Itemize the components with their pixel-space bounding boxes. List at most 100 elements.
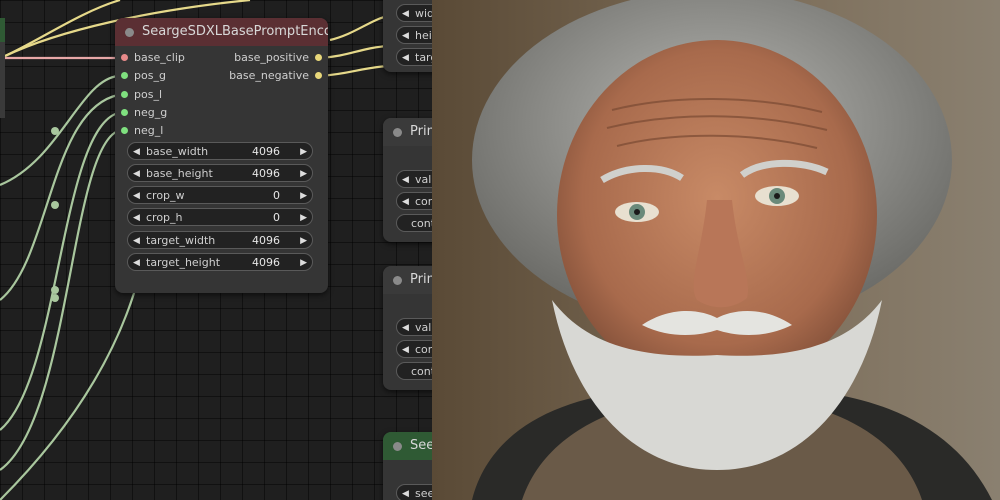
input-label: pos_l [134,88,162,101]
widget-value[interactable]: ◀ valu [396,170,432,188]
input-label: base_clip [134,51,185,64]
decrement-arrow-icon[interactable]: ◀ [402,5,409,23]
node-title-bar[interactable]: See [383,432,432,460]
primitive-node-1[interactable]: Prim ◀ valu ◀ con cont [383,118,432,242]
widget-control[interactable]: ◀ con [396,192,432,210]
input-slot-pos-g[interactable]: pos_g [121,67,211,85]
increment-arrow-icon[interactable]: ▶ [300,209,307,227]
widget-seed[interactable]: ◀ see [396,484,432,500]
input-dot-icon[interactable] [121,127,128,134]
widget-label: base_height [146,167,213,180]
decrement-arrow-icon[interactable]: ◀ [133,209,140,227]
node-title-bar[interactable]: Prim [383,118,432,146]
size-node[interactable]: ◀ wid ◀ heig ◀ targ [383,0,432,72]
increment-arrow-icon[interactable]: ▶ [300,232,307,250]
widget-target-width[interactable]: ◀ target_width 4096 ▶ [127,231,313,249]
left-node-edge-accent [0,18,5,42]
widget-label: targ [415,51,432,64]
widget-crop-w[interactable]: ◀ crop_w 0 ▶ [127,186,313,204]
widget-control-text[interactable]: cont [396,214,432,232]
widget-label: crop_h [146,211,183,224]
decrement-arrow-icon[interactable]: ◀ [402,27,409,45]
widget-label: base_width [146,145,209,158]
decrement-arrow-icon[interactable]: ◀ [402,319,409,337]
decrement-arrow-icon[interactable]: ◀ [133,254,140,272]
output-slot-base-negative[interactable]: base_negative [212,67,322,85]
widget-label: con [415,195,432,208]
increment-arrow-icon[interactable]: ▶ [300,143,307,161]
node-title: Prim [410,272,432,287]
widget-label: valu [415,321,432,334]
widget-label: valu [415,173,432,186]
input-dot-icon[interactable] [121,54,128,61]
node-title: See [410,438,432,453]
node-title: SeargeSDXLBasePromptEncoder [142,24,328,39]
increment-arrow-icon[interactable]: ▶ [300,187,307,205]
widget-value: 4096 [252,256,280,269]
widget-base-width[interactable]: ◀ base_width 4096 ▶ [127,142,313,160]
collapse-dot-icon[interactable] [393,128,402,137]
widget-label: cont [411,365,432,378]
widget-value: 4096 [252,167,280,180]
main-node[interactable]: SeargeSDXLBasePromptEncoder base_clip po… [115,18,328,293]
decrement-arrow-icon[interactable]: ◀ [133,232,140,250]
decrement-arrow-icon[interactable]: ◀ [133,187,140,205]
widget-width[interactable]: ◀ wid [396,4,432,22]
input-dot-icon[interactable] [121,91,128,98]
wire-neg-g [0,111,119,431]
output-label: base_positive [234,51,309,64]
collapse-dot-icon[interactable] [393,276,402,285]
input-slot-neg-l[interactable]: neg_l [121,122,211,140]
decrement-arrow-icon[interactable]: ◀ [133,143,140,161]
output-dot-icon[interactable] [315,54,322,61]
widget-height[interactable]: ◀ heig [396,26,432,44]
widget-target[interactable]: ◀ targ [396,48,432,66]
node-title: Prim [410,124,432,139]
decrement-arrow-icon[interactable]: ◀ [402,485,409,500]
input-slot-neg-g[interactable]: neg_g [121,104,211,122]
wire-base-negative [319,64,389,78]
increment-arrow-icon[interactable]: ▶ [300,254,307,272]
generated-portrait-image [432,0,1000,500]
widget-base-height[interactable]: ◀ base_height 4096 ▶ [127,164,313,182]
widget-label: cont [411,217,432,230]
primitive-node-2[interactable]: Prim ◀ valu ◀ con cont [383,266,432,390]
widget-control-text[interactable]: cont [396,362,432,380]
widget-label: heig [415,29,432,42]
input-dot-icon[interactable] [121,72,128,79]
node-title-bar[interactable]: Prim [383,266,432,294]
widget-label: target_height [146,256,221,269]
input-slot-base-clip[interactable]: base_clip [121,49,211,67]
node-graph-canvas[interactable]: SeargeSDXLBasePromptEncoder base_clip po… [0,0,432,500]
output-label: base_negative [229,69,309,82]
widget-value: 4096 [252,145,280,158]
decrement-arrow-icon[interactable]: ◀ [133,165,140,183]
wire-bottom [0,289,137,500]
widget-value[interactable]: ◀ valu [396,318,432,336]
input-dot-icon[interactable] [121,109,128,116]
collapse-dot-icon[interactable] [125,28,134,37]
decrement-arrow-icon[interactable]: ◀ [402,171,409,189]
decrement-arrow-icon[interactable]: ◀ [402,341,409,359]
decrement-arrow-icon[interactable]: ◀ [402,193,409,211]
output-dot-icon[interactable] [315,72,322,79]
collapse-dot-icon[interactable] [393,442,402,451]
input-label: neg_g [134,106,168,119]
increment-arrow-icon[interactable]: ▶ [300,165,307,183]
seed-node[interactable]: See ◀ see [383,432,432,500]
widget-control[interactable]: ◀ con [396,340,432,358]
widget-label: con [415,343,432,356]
widget-crop-h[interactable]: ◀ crop_h 0 ▶ [127,208,313,226]
widget-value: 4096 [252,234,280,247]
input-label: neg_l [134,124,164,137]
node-title-bar[interactable]: SeargeSDXLBasePromptEncoder [115,18,328,46]
input-label: pos_g [134,69,166,82]
portrait-illustration [432,0,1000,500]
output-slot-base-positive[interactable]: base_positive [212,49,322,67]
decrement-arrow-icon[interactable]: ◀ [402,49,409,67]
wire-reroute-points [51,127,59,302]
wire-right-top [329,14,389,42]
widget-value: 0 [273,189,280,202]
input-slot-pos-l[interactable]: pos_l [121,86,211,104]
widget-target-height[interactable]: ◀ target_height 4096 ▶ [127,253,313,271]
